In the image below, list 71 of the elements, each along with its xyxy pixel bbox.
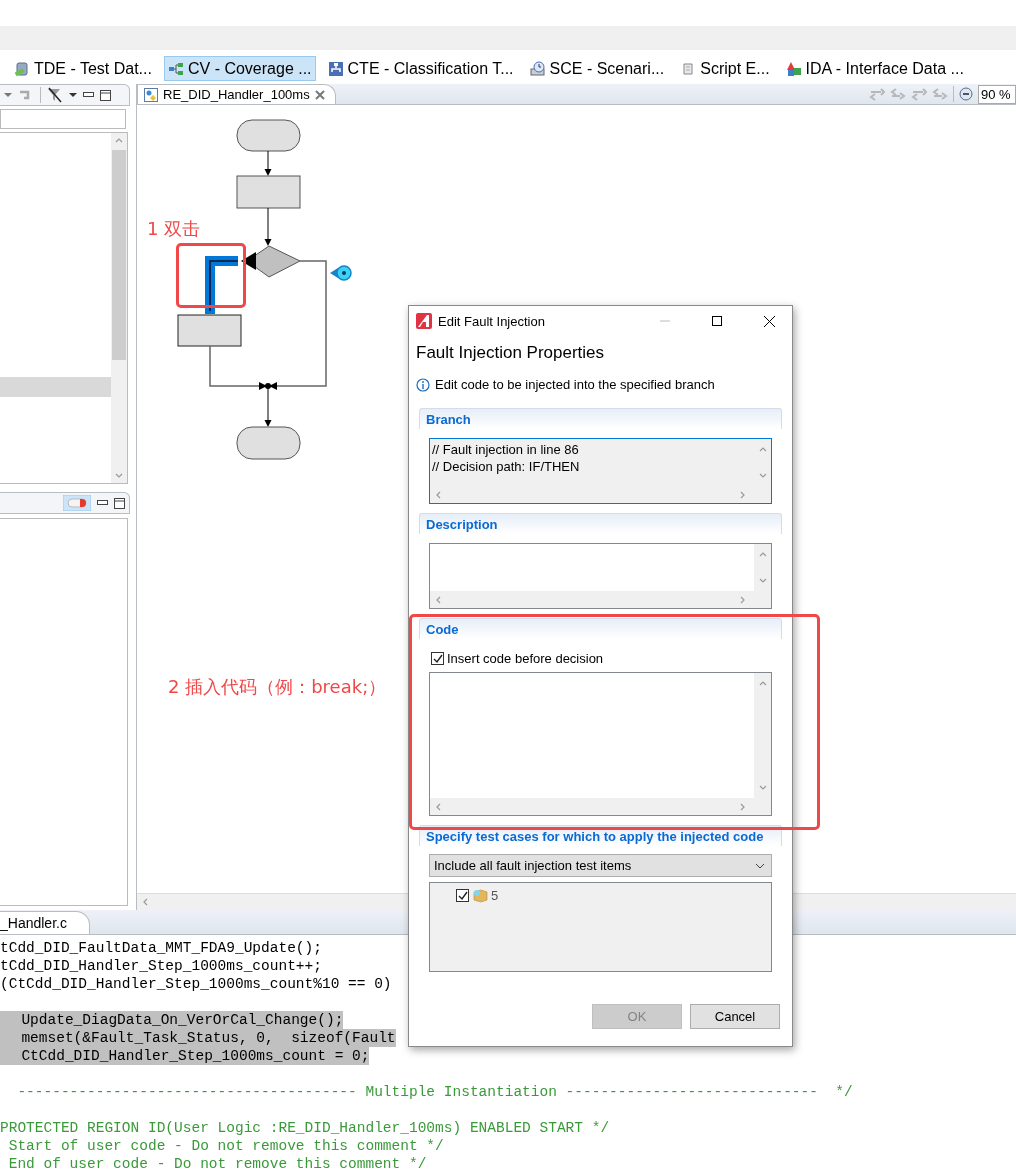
- app-logo-icon: [416, 313, 432, 329]
- navigation-arrow-icon[interactable]: [890, 87, 906, 101]
- dropdown[interactable]: Include all fault injection test items: [429, 854, 772, 877]
- perspective-tab[interactable]: SCE - Scenari...: [525, 56, 669, 81]
- code-comment: Start of user code - Do not remove this comment */: [7, 1137, 444, 1155]
- perspective-icon: [167, 60, 184, 77]
- maximize-icon[interactable]: [114, 497, 125, 509]
- section-header: Description: [419, 513, 782, 534]
- code-line: tCdd_DID_FaultData_MMT_FDA9_Update();: [0, 939, 322, 957]
- highlighted-branch[interactable]: [205, 256, 239, 314]
- code-line: (CtCdd_DID_Handler_Step_1000ms_count%10 == 0): [0, 975, 392, 993]
- flow-arrow: [264, 150, 272, 176]
- maximize-icon[interactable]: [100, 89, 111, 101]
- text-area[interactable]: [429, 543, 772, 609]
- package-icon: [472, 888, 488, 903]
- minimize-icon[interactable]: [83, 92, 94, 98]
- perspective-icon: [327, 60, 344, 77]
- decision-node: [241, 245, 301, 278]
- info-text: Edit code to be injected into the specified branch: [435, 377, 715, 392]
- caret-icon: [755, 862, 765, 869]
- filter-field[interactable]: [0, 109, 126, 129]
- perspective-tab[interactable]: Script E...: [676, 56, 774, 81]
- annotation-box: [176, 243, 246, 308]
- perspective-tab[interactable]: CTE - Classification T...: [323, 56, 518, 81]
- flow-arrow: [264, 388, 272, 427]
- flowchart-file-icon: [144, 87, 158, 102]
- zoom-field[interactable]: 90 %: [978, 84, 1016, 104]
- text-area[interactable]: [429, 672, 772, 816]
- scrollbar-thumb[interactable]: [112, 150, 126, 360]
- checkbox[interactable]: [431, 652, 444, 665]
- code-comment: PROTECTED REGION ID(User Logic :RE_DID_Handler_100ms) ENABLED START */: [0, 1119, 610, 1137]
- navigation-arrow-icon[interactable]: [911, 87, 927, 101]
- maximize-icon[interactable]: [712, 316, 722, 326]
- terminal-node: [236, 426, 301, 460]
- perspective-tab[interactable]: TDE - Test Dat...: [10, 56, 156, 81]
- navigation-arrow-icon[interactable]: [932, 87, 948, 101]
- test-item-label[interactable]: 5: [491, 888, 499, 903]
- annotation-text: 1 双击: [147, 217, 201, 241]
- navigation-arrow-icon[interactable]: [869, 87, 885, 101]
- dialog-heading: Fault Injection Properties: [416, 343, 606, 363]
- perspective-icon: [14, 60, 30, 77]
- perspective-icon: [785, 60, 802, 77]
- toggle-icon[interactable]: [63, 495, 91, 511]
- section-header: Code: [419, 618, 782, 639]
- editor-tab[interactable]: _Handler.c: [0, 911, 90, 934]
- caret-icon[interactable]: [69, 92, 77, 98]
- dialog-button[interactable]: Cancel: [690, 1004, 780, 1029]
- code-comment: --------------------------------------- Multiple Instantiation ----------------------------- */: [16, 1083, 853, 1101]
- perspective-icon: [529, 60, 546, 77]
- close-icon[interactable]: [763, 315, 775, 327]
- editor-tab[interactable]: RE_DID_Handler_100ms: [137, 84, 336, 104]
- section-header: Branch: [419, 408, 782, 429]
- filter-icon[interactable]: [47, 87, 63, 103]
- info-icon: [416, 377, 430, 392]
- checkbox-label: Insert code before decision: [447, 651, 604, 666]
- flow-arrow: [264, 207, 272, 246]
- zoom-out-icon[interactable]: [959, 87, 973, 101]
- checkbox[interactable]: [456, 889, 469, 902]
- process-node: [236, 175, 301, 209]
- annotation-text: 2 插入代码（例：break;）: [168, 675, 387, 699]
- text-area[interactable]: // Fault injection in line 86 // Decision path: IF/THEN: [429, 438, 772, 504]
- perspective-tab[interactable]: IDA - Interface Data ...: [781, 56, 968, 81]
- terminal-node: [236, 119, 301, 152]
- perspective-tab[interactable]: CV - Coverage ...: [163, 56, 316, 81]
- window-title: Edit Fault Injection: [438, 313, 545, 329]
- code-comment: End of user code - Do not remove this comment */: [7, 1155, 427, 1173]
- process-node: [177, 314, 242, 347]
- minimize-icon[interactable]: [97, 500, 108, 506]
- merge-point: [259, 382, 277, 390]
- code-line: tCdd_DID_Handler_Step_1000ms_count++;: [0, 957, 322, 975]
- coverage-marker-icon: [330, 265, 352, 281]
